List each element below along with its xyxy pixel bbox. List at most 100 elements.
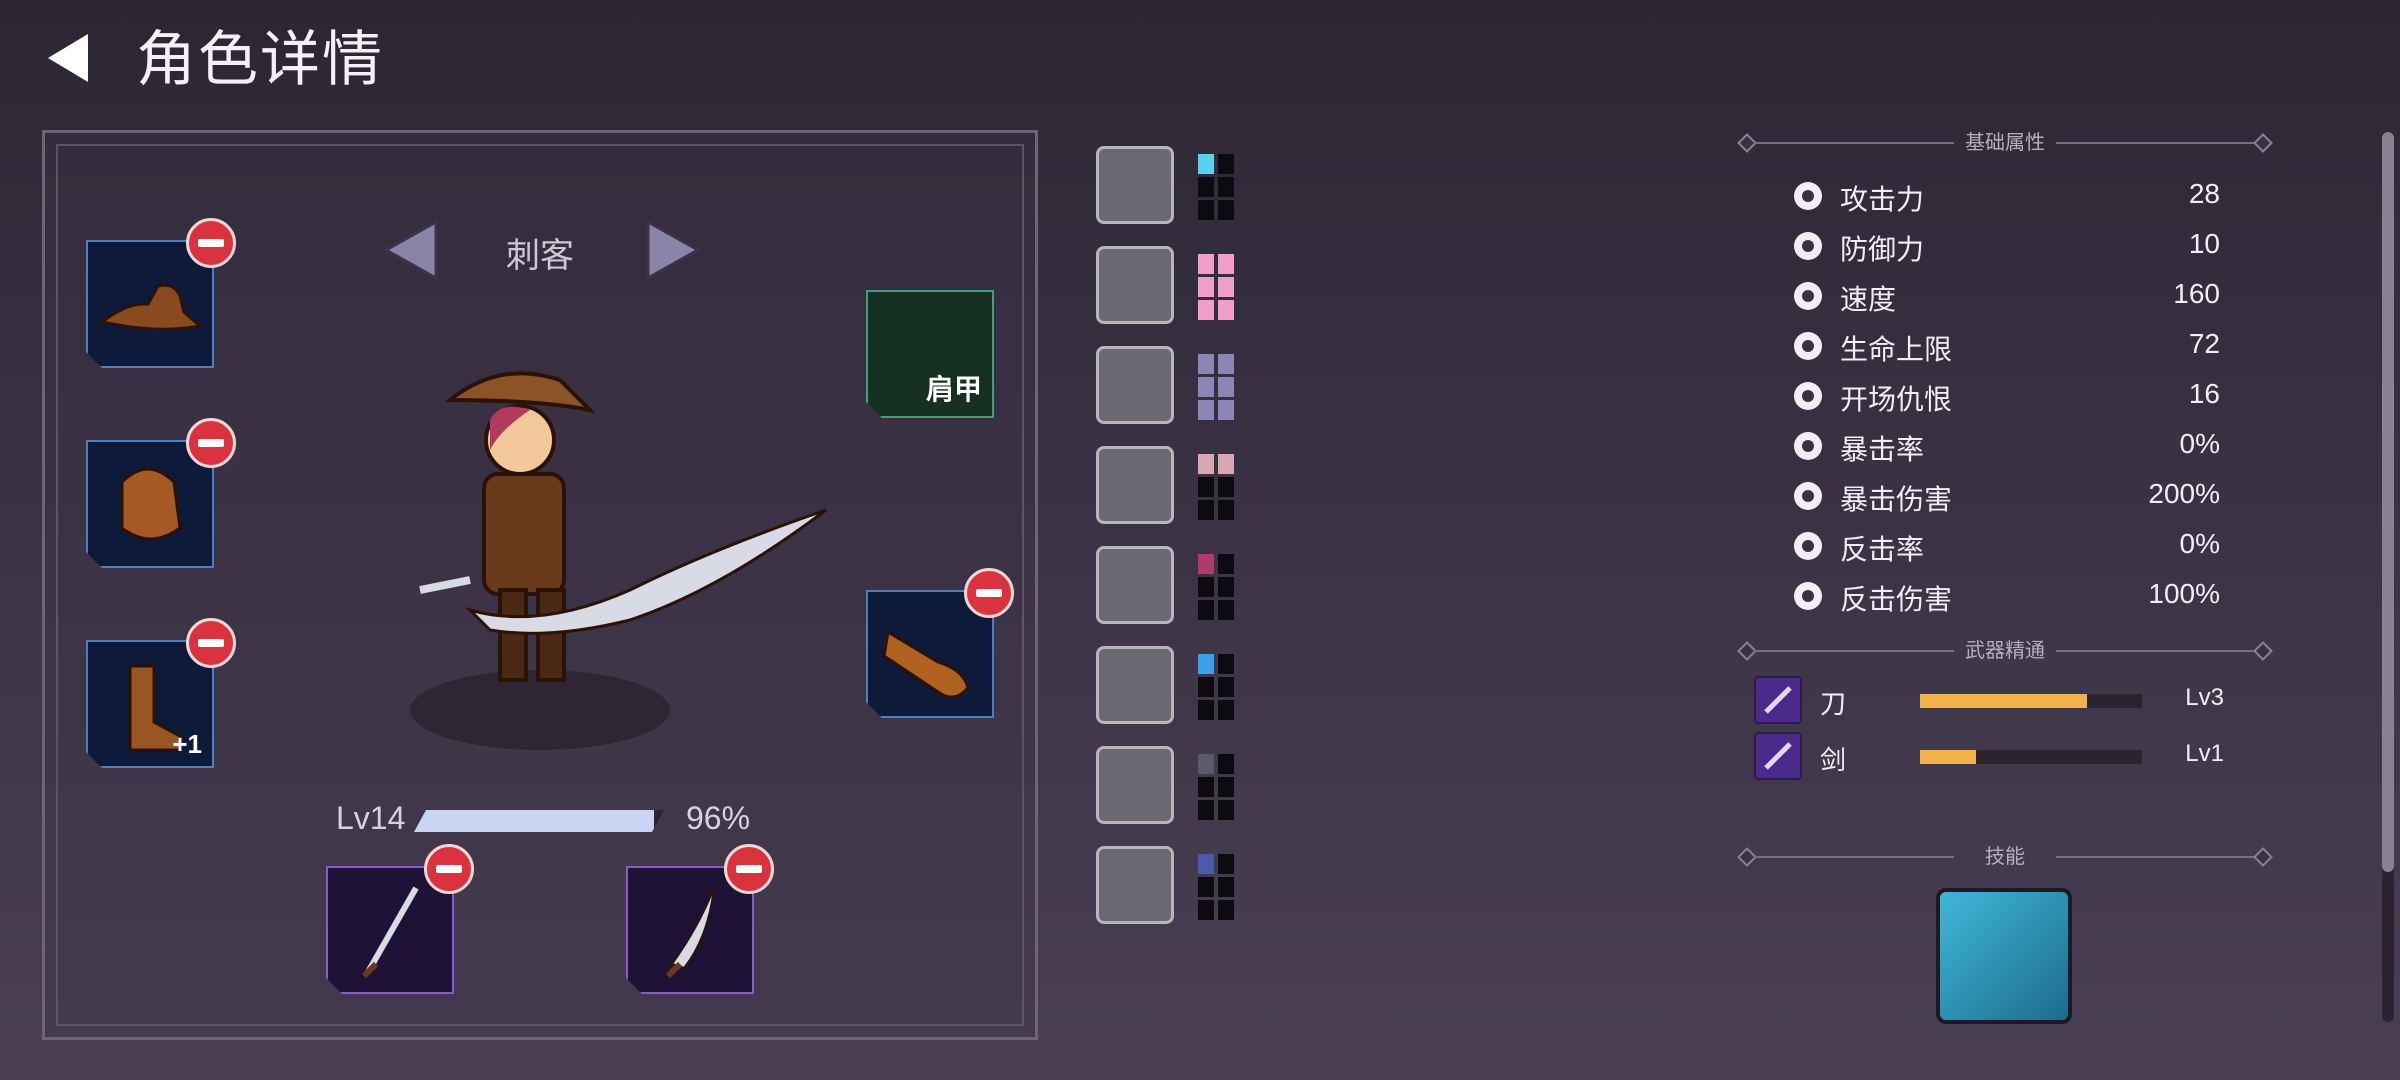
remove-armor-button[interactable] <box>186 418 236 468</box>
mastery-row: 刀 Lv3 <box>1754 674 2244 730</box>
rune-pip <box>1198 354 1214 374</box>
rune-pip <box>1218 554 1234 574</box>
rune-pip <box>1198 477 1214 497</box>
stat-row: 暴击率 0% <box>1790 424 2220 468</box>
rune-slot[interactable] <box>1096 846 1174 924</box>
remove-weapon-1-button[interactable] <box>424 844 474 894</box>
stat-row: 防御力 10 <box>1790 224 2220 268</box>
rune-pip <box>1198 754 1214 774</box>
rune-pip <box>1218 877 1234 897</box>
rune-pip <box>1198 500 1214 520</box>
boot-icon <box>1794 282 1822 310</box>
rune-pip <box>1218 677 1234 697</box>
rune-slot[interactable] <box>1096 346 1174 424</box>
remove-hat-button[interactable] <box>186 218 236 268</box>
rune-pip <box>1198 154 1214 174</box>
stat-label: 暴击伤害 <box>1840 484 1953 515</box>
stat-value: 200% <box>2148 478 2220 509</box>
level-percent: 96% <box>686 800 751 836</box>
rune-pip <box>1218 200 1234 220</box>
rune-pip <box>1198 554 1214 574</box>
level-progress-bar <box>414 810 664 832</box>
rune-pip <box>1218 854 1234 874</box>
rune-pip <box>1218 154 1234 174</box>
level-progress-fill <box>414 810 654 832</box>
mastery-progress-bar <box>1920 750 2142 764</box>
page-title: 角色详情 <box>136 26 384 93</box>
rune-pip <box>1198 700 1214 720</box>
stat-row: 开场仇恨 16 <box>1790 374 2220 418</box>
heart-icon <box>1794 332 1822 360</box>
mastery-progress-bar <box>1920 694 2142 708</box>
mastery-level: Lv3 <box>2185 684 2224 711</box>
shoulder-slot-label: 肩甲 <box>925 374 982 405</box>
counter-damage-icon <box>1794 582 1822 610</box>
stat-row: 暴击伤害 200% <box>1790 474 2220 518</box>
mastery-label: 刀 <box>1820 689 1847 719</box>
rune-pips <box>1198 354 1234 420</box>
rune-pip <box>1198 677 1214 697</box>
mastery-level: Lv1 <box>2185 740 2224 767</box>
rune-pip <box>1218 654 1234 674</box>
character-portrait <box>380 340 840 760</box>
rune-slot[interactable] <box>1096 446 1174 524</box>
stat-value: 160 <box>2173 278 2220 309</box>
stat-label: 开场仇恨 <box>1840 384 1953 415</box>
blade-icon <box>1754 732 1802 780</box>
rune-slot[interactable] <box>1096 146 1174 224</box>
skull-icon <box>1794 382 1822 410</box>
remove-gloves-button[interactable] <box>964 568 1014 618</box>
scrollbar-thumb[interactable] <box>2382 132 2394 872</box>
rune-pip <box>1198 300 1214 320</box>
rune-slot[interactable] <box>1096 246 1174 324</box>
rune-pip <box>1198 900 1214 920</box>
rune-pip <box>1198 577 1214 597</box>
back-arrow-icon <box>48 34 88 82</box>
crossed-swords-icon <box>1794 482 1822 510</box>
rune-pip <box>1198 177 1214 197</box>
rune-pip <box>1218 300 1234 320</box>
remove-boots-button[interactable] <box>186 618 236 668</box>
rune-pip <box>1198 777 1214 797</box>
crit-icon <box>1794 432 1822 460</box>
mastery-label: 剑 <box>1820 745 1847 775</box>
weapon-mastery-header: 武器精通 <box>1737 636 2273 666</box>
rune-pip <box>1218 900 1234 920</box>
rune-pip <box>1218 754 1234 774</box>
rune-pip <box>1198 277 1214 297</box>
stat-value: 28 <box>2188 178 2220 209</box>
rune-pips <box>1198 854 1234 920</box>
back-button[interactable] <box>40 28 100 88</box>
shoulder-slot[interactable]: 肩甲 <box>866 290 994 418</box>
remove-weapon-2-button[interactable] <box>724 844 774 894</box>
rune-slot[interactable] <box>1096 646 1174 724</box>
stat-row: 攻击力 28 <box>1790 174 2220 218</box>
rune-pip <box>1218 400 1234 420</box>
stat-row: 反击率 0% <box>1790 524 2220 568</box>
rune-pip <box>1198 454 1214 474</box>
rune-pip <box>1218 377 1234 397</box>
next-class-button[interactable] <box>640 218 704 282</box>
skill-icon[interactable] <box>1936 888 2072 1024</box>
rune-pip <box>1198 377 1214 397</box>
rune-pip <box>1218 600 1234 620</box>
rune-pip <box>1198 654 1214 674</box>
rune-pips <box>1198 454 1234 520</box>
blade-icon <box>1754 676 1802 724</box>
skills-header: 技能 <box>1737 842 2273 872</box>
shield-icon <box>1794 232 1822 260</box>
rune-pip <box>1218 500 1234 520</box>
stat-value: 0% <box>2179 428 2220 459</box>
rune-slot[interactable] <box>1096 746 1174 824</box>
rune-pips <box>1198 754 1234 820</box>
base-stats-header: 基础属性 <box>1737 128 2273 158</box>
rune-pip <box>1218 700 1234 720</box>
stat-label: 攻击力 <box>1840 184 1925 215</box>
rune-pip <box>1218 277 1234 297</box>
mastery-row: 剑 Lv1 <box>1754 730 2244 786</box>
triangle-left-icon <box>382 219 438 281</box>
prev-class-button[interactable] <box>380 218 444 282</box>
stat-label: 反击伤害 <box>1840 584 1953 615</box>
rune-slot[interactable] <box>1096 546 1174 624</box>
rune-pip <box>1198 400 1214 420</box>
